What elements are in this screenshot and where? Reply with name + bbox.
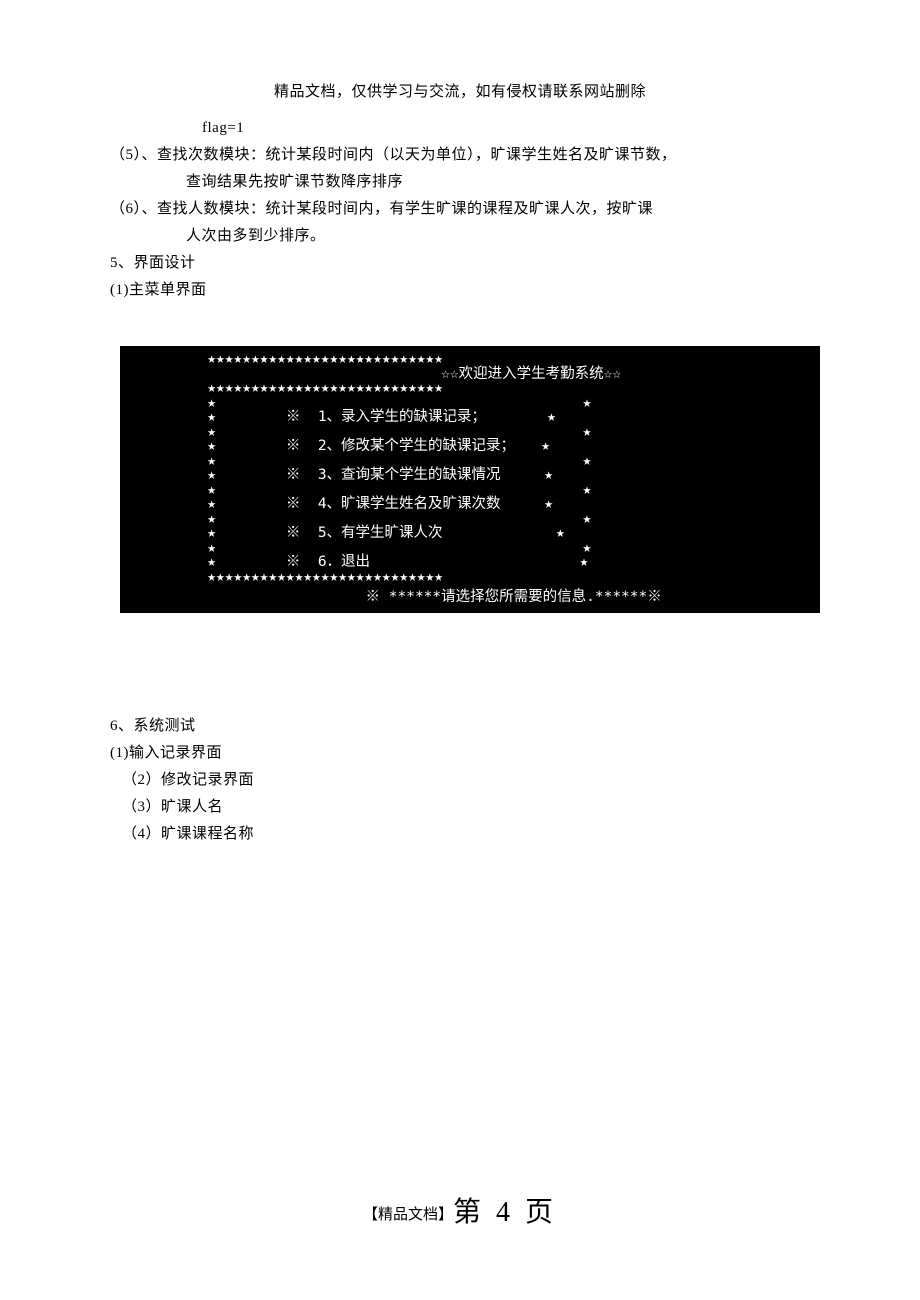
doc-header: 精品文档，仅供学习与交流，如有侵权请联系网站删除 bbox=[110, 80, 810, 101]
section-6-3: （3）旷课人名 bbox=[110, 794, 810, 821]
console-menu-4: ★ ※ 4、旷课学生姓名及旷课次数 ★ bbox=[120, 497, 820, 512]
console-prompt: ※ ******请选择您所需要的信息.******※ bbox=[120, 590, 820, 605]
console-gap: ★ ★ bbox=[120, 512, 820, 527]
section-5-1: (1)主菜单界面 bbox=[110, 277, 810, 304]
console-menu-3: ★ ※ 3、查询某个学生的缺课情况 ★ bbox=[120, 468, 820, 483]
console-border-bot: ★★★★★★★★★★★★★★★★★★★★★★★★★★★ bbox=[120, 570, 820, 585]
footer-page: 第 4 页 bbox=[453, 1197, 557, 1228]
item-6: （6）、查找人数模块：统计某段时间内，有学生旷课的课程及旷课人次，按旷课 bbox=[110, 196, 810, 223]
console-menu-6: ★ ※ 6．退出 ★ bbox=[120, 555, 820, 570]
footer-prefix: 【精品文档】 bbox=[363, 1207, 453, 1223]
console-border-mid: ★★★★★★★★★★★★★★★★★★★★★★★★★★★ bbox=[120, 381, 820, 396]
console-menu-1: ★ ※ 1、录入学生的缺课记录； ★ bbox=[120, 410, 820, 425]
page-footer: 【精品文档】第 4 页 bbox=[0, 1190, 920, 1230]
console-gap: ★ ★ bbox=[120, 483, 820, 498]
section-6-4: （4）旷课课程名称 bbox=[110, 821, 810, 848]
section-6: 6、系统测试 bbox=[110, 713, 810, 740]
console-border-top: ★★★★★★★★★★★★★★★★★★★★★★★★★★★ bbox=[120, 352, 820, 367]
item-5b: 查询结果先按旷课节数降序排序 bbox=[110, 169, 810, 196]
section-6-1: (1)输入记录界面 bbox=[110, 740, 810, 767]
console-gap: ★ ★ bbox=[120, 454, 820, 469]
console-menu-2: ★ ※ 2、修改某个学生的缺课记录； ★ bbox=[120, 439, 820, 454]
section-5: 5、界面设计 bbox=[110, 250, 810, 277]
console-blank: ★ ★ bbox=[120, 396, 820, 411]
console-gap: ★ ★ bbox=[120, 425, 820, 440]
section-6-2: （2）修改记录界面 bbox=[110, 767, 810, 794]
console-welcome: ☆☆欢迎进入学生考勤系统☆☆ bbox=[120, 367, 820, 382]
item-6b: 人次由多到少排序。 bbox=[110, 223, 810, 250]
item-5: （5）、查找次数模块：统计某段时间内（以天为单位），旷课学生姓名及旷课节数， bbox=[110, 142, 810, 169]
flag-line: flag=1 bbox=[110, 115, 810, 142]
console-screenshot: ★★★★★★★★★★★★★★★★★★★★★★★★★★★ ☆☆欢迎进入学生考勤系统… bbox=[120, 346, 820, 613]
console-gap: ★ ★ bbox=[120, 541, 820, 556]
console-menu-5: ★ ※ 5、有学生旷课人次 ★ bbox=[120, 526, 820, 541]
